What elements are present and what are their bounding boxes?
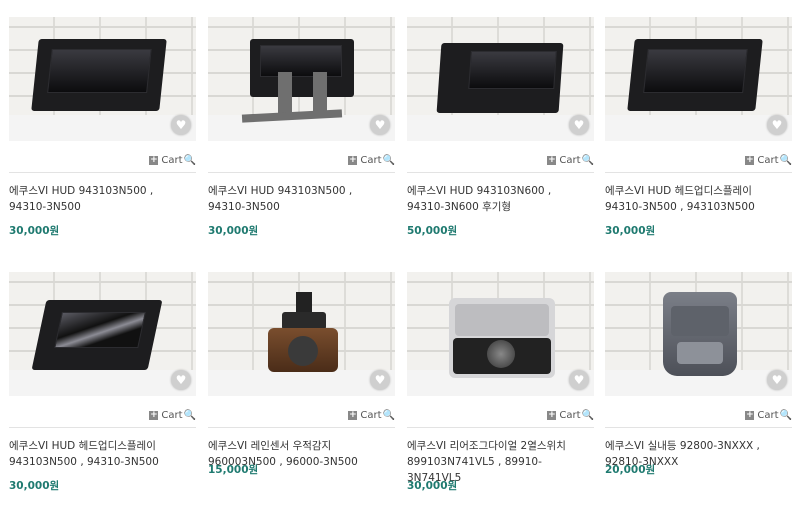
magnifier-icon: 🔍 [382, 154, 395, 166]
add-to-cart-button[interactable]: + Cart 🔍 [745, 153, 792, 167]
plus-icon: + [348, 409, 358, 420]
product-price: 30,000원 [407, 480, 458, 492]
add-to-cart-button[interactable]: + Cart 🔍 [348, 153, 395, 167]
plus-icon: + [348, 154, 358, 165]
add-to-cart-button[interactable]: + Cart 🔍 [149, 153, 196, 167]
product-card[interactable]: ♥ + Cart 🔍 에쿠스VI 레인센서 우적감지 960003N500 , 96… [208, 272, 395, 492]
add-to-cart-button[interactable]: + Cart 🔍 [745, 408, 792, 422]
product-price: 30,000원 [605, 225, 656, 237]
add-to-cart-button[interactable]: + Cart 🔍 [348, 408, 395, 422]
plus-icon: + [745, 409, 755, 420]
magnifier-icon: 🔍 [581, 154, 594, 166]
product-image[interactable]: ♥ [605, 17, 792, 141]
plus-icon: + [745, 154, 755, 165]
add-to-cart-button[interactable]: + Cart 🔍 [149, 408, 196, 422]
magnifier-icon: 🔍 [382, 409, 395, 421]
magnifier-icon: 🔍 [183, 409, 196, 421]
magnifier-icon: 🔍 [183, 154, 196, 166]
divider [9, 172, 196, 173]
product-title[interactable]: 에쿠스VI HUD 943103N500 , 94310-3N500 [208, 183, 395, 215]
plus-icon: + [149, 154, 159, 165]
product-card[interactable]: ♥ + Cart 🔍 에쿠스VI 리어조그다이얼 2열스위치 899103N741V… [407, 272, 594, 496]
wishlist-heart-icon[interactable]: ♥ [569, 370, 589, 390]
product-title[interactable]: 에쿠스VI HUD 943103N500 , 94310-3N500 [9, 183, 196, 215]
product-image[interactable]: ♥ [407, 272, 594, 396]
product-image[interactable]: ♥ [9, 17, 196, 141]
magnifier-icon: 🔍 [779, 154, 792, 166]
hud-unit-image [31, 300, 163, 370]
rain-sensor-image [268, 292, 338, 382]
divider [9, 427, 196, 428]
product-title[interactable]: 에쿠스VI HUD 헤드업디스플레이 943103N500 , 94310-3N… [9, 438, 196, 470]
divider [208, 427, 395, 428]
mount-bracket-image [278, 72, 292, 114]
product-image[interactable]: ♥ [605, 272, 792, 396]
divider [407, 427, 594, 428]
product-card[interactable]: ♥ + Cart 🔍 에쿠스VI HUD 943103N500 , 94310-3N… [208, 17, 395, 237]
plus-icon: + [547, 154, 557, 165]
product-price: 15,000원 [208, 464, 259, 476]
plus-icon: + [547, 409, 557, 420]
product-price: 20,000원 [605, 464, 656, 476]
wishlist-heart-icon[interactable]: ♥ [370, 370, 390, 390]
divider [208, 172, 395, 173]
hud-unit-image [627, 39, 763, 111]
jog-dial-panel-image [449, 298, 555, 378]
divider [605, 427, 792, 428]
magnifier-icon: 🔍 [581, 409, 594, 421]
wishlist-heart-icon[interactable]: ♥ [370, 115, 390, 135]
product-title[interactable]: 에쿠스VI HUD 헤드업디스플레이 94310-3N500 , 943103N… [605, 183, 792, 215]
wishlist-heart-icon[interactable]: ♥ [767, 370, 787, 390]
product-card[interactable]: ♥ + Cart 🔍 에쿠스VI HUD 943103N500 , 94310-3N… [9, 17, 196, 237]
plus-icon: + [149, 409, 159, 420]
product-price: 30,000원 [9, 480, 60, 492]
mount-bracket-image [313, 72, 327, 114]
product-card[interactable]: ♥ + Cart 🔍 에쿠스VI HUD 헤드업디스플레이 94310-3N500 … [605, 17, 792, 237]
product-card[interactable]: ♥ + Cart 🔍 에쿠스VI 실내등 92800-3NXXX , 92810-3… [605, 272, 792, 482]
product-price: 50,000원 [407, 225, 458, 237]
product-image[interactable]: ♥ [208, 272, 395, 396]
product-price: 30,000원 [208, 225, 259, 237]
product-card[interactable]: ♥ + Cart 🔍 에쿠스VI HUD 헤드업디스플레이 943103N500 ,… [9, 272, 196, 492]
wishlist-heart-icon[interactable]: ♥ [171, 370, 191, 390]
wishlist-heart-icon[interactable]: ♥ [767, 115, 787, 135]
magnifier-icon: 🔍 [779, 409, 792, 421]
wishlist-heart-icon[interactable]: ♥ [569, 115, 589, 135]
hud-unit-image [250, 39, 354, 97]
wishlist-heart-icon[interactable]: ♥ [171, 115, 191, 135]
divider [407, 172, 594, 173]
product-price: 30,000원 [9, 225, 60, 237]
product-title[interactable]: 에쿠스VI HUD 943103N600 , 94310-3N600 후기형 [407, 183, 594, 215]
product-image[interactable]: ♥ [9, 272, 196, 396]
hud-unit-image [436, 43, 564, 113]
divider [605, 172, 792, 173]
product-image[interactable]: ♥ [407, 17, 594, 141]
product-card[interactable]: ♥ + Cart 🔍 에쿠스VI HUD 943103N600 , 94310-3N… [407, 17, 594, 237]
product-image[interactable]: ♥ [208, 17, 395, 141]
add-to-cart-button[interactable]: + Cart 🔍 [547, 408, 594, 422]
add-to-cart-button[interactable]: + Cart 🔍 [547, 153, 594, 167]
room-lamp-image [663, 292, 737, 376]
hud-unit-image [31, 39, 167, 111]
